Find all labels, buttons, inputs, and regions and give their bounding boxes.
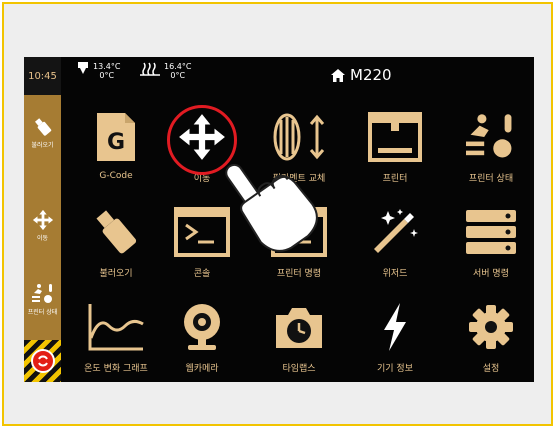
gcode-letter: G xyxy=(107,130,125,155)
tile-label: 위저드 xyxy=(382,269,408,279)
top-bar: 13.4°C 0°C 16.4°C 0°C M220 xyxy=(61,57,534,95)
usb-icon xyxy=(96,210,137,254)
sidebar: 10:45 불러오기 이동 프린터 상태 xyxy=(24,57,61,382)
tile-label: 프린터 xyxy=(382,174,408,184)
settings-gear-icon xyxy=(469,305,513,349)
printer-name: M220 xyxy=(350,66,392,84)
tile-printer-status[interactable]: 프린터 상태 xyxy=(444,97,534,191)
clock: 10:45 xyxy=(24,57,61,95)
tile-printer[interactable]: 프린터 xyxy=(348,97,442,191)
sidebar-item-label: 프린터 상태 xyxy=(27,308,58,316)
sidebar-item-label: 이동 xyxy=(36,234,49,242)
nozzle-target-temp: 0°C xyxy=(99,71,115,80)
tile-label: 웹카메라 xyxy=(185,364,219,374)
move-arrows-icon xyxy=(32,209,53,230)
tile-label: 프린터 상태 xyxy=(468,174,514,184)
nozzle-temperature: 13.4°C 0°C xyxy=(77,62,120,80)
tile-label: 온도 변화 그래프 xyxy=(84,364,148,374)
tile-label: 타임랩스 xyxy=(282,364,316,374)
emergency-stop-button[interactable] xyxy=(24,340,61,382)
gcode-file-icon: G xyxy=(97,113,135,161)
bed-temperature: 16.4°C 0°C xyxy=(140,62,191,80)
emergency-stop-icon xyxy=(37,355,48,367)
home-icon xyxy=(331,68,345,82)
tile-wizard[interactable]: 위저드 xyxy=(348,192,442,286)
sidebar-item-printer-status[interactable]: 프린터 상태 xyxy=(24,269,61,329)
tile-label: 불러오기 xyxy=(99,269,133,279)
tile-label: G-Code xyxy=(99,171,133,181)
tile-gcode[interactable]: G G-Code xyxy=(69,97,163,191)
tile-label: 서버 명령 xyxy=(473,269,509,279)
tile-server-command[interactable]: 서버 명령 xyxy=(444,192,534,286)
server-icon xyxy=(466,210,516,254)
sidebar-item-label: 불러오기 xyxy=(31,141,54,149)
temperature-graph-icon xyxy=(88,304,144,351)
tile-label: 콘솔 xyxy=(193,269,211,279)
tile-temperature-graph[interactable]: 온도 변화 그래프 xyxy=(69,287,163,381)
usb-icon xyxy=(34,117,51,136)
lightning-icon xyxy=(384,303,406,351)
bed-current-temp: 16.4°C xyxy=(164,62,192,71)
sidebar-item-move[interactable]: 이동 xyxy=(24,195,61,255)
heated-bed-icon xyxy=(140,62,160,76)
tile-webcam[interactable]: 웹카메라 xyxy=(155,287,249,381)
touch-screen: 10:45 불러오기 이동 프린터 상태 13.4°C 0°C 16.4°C 0… xyxy=(24,57,534,382)
tile-label: 설정 xyxy=(482,364,500,374)
tile-device-info[interactable]: 기기 정보 xyxy=(348,287,442,381)
sidebar-item-load[interactable]: 불러오기 xyxy=(24,102,61,162)
webcam-icon xyxy=(184,304,220,350)
tile-timelapse[interactable]: 타임랩스 xyxy=(252,287,346,381)
nozzle-current-temp: 13.4°C xyxy=(93,62,121,71)
wizard-wand-icon xyxy=(374,209,418,253)
tile-label: 기기 정보 xyxy=(377,364,413,374)
printer-title[interactable]: M220 xyxy=(331,66,392,84)
nozzle-icon xyxy=(78,62,88,74)
tile-load[interactable]: 불러오기 xyxy=(69,192,163,286)
bed-target-temp: 0°C xyxy=(170,71,186,80)
timelapse-camera-icon xyxy=(276,308,322,348)
tile-label: 프린터 명령 xyxy=(276,269,322,279)
printer-icon xyxy=(368,112,422,162)
printer-status-icon xyxy=(31,283,52,303)
printer-status-icon xyxy=(466,114,512,158)
pointing-hand-icon xyxy=(225,163,318,252)
tile-settings[interactable]: 설정 xyxy=(444,287,534,381)
